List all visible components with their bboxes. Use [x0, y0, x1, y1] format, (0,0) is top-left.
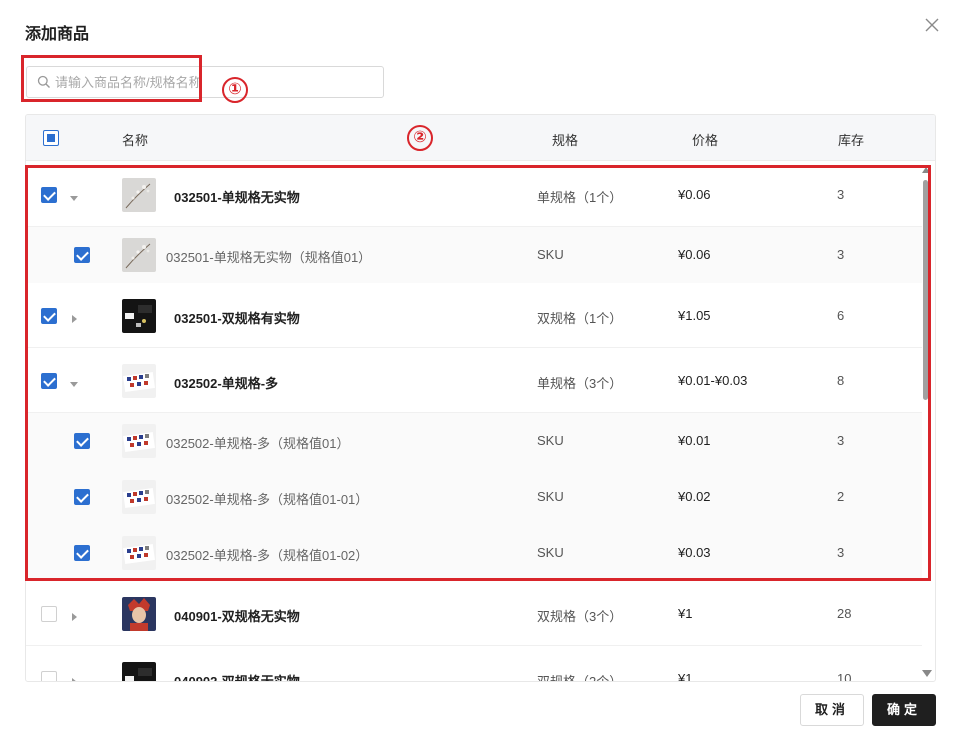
annotation-marker-1: ①	[222, 77, 248, 103]
row-checkbox[interactable]	[41, 308, 57, 324]
product-name: 040902-双规格无实物	[174, 674, 300, 682]
sku-row[interactable]: 032502-单规格-多（规格值01） SKU ¥0.01 3	[26, 413, 922, 469]
product-stock: 3	[837, 187, 845, 202]
sku-row[interactable]: 032501-单规格无实物（规格值01） SKU ¥0.06 3	[26, 227, 922, 283]
product-thumbnail	[122, 178, 156, 212]
expand-caret-icon[interactable]	[69, 311, 79, 323]
product-name: 032502-单规格-多	[174, 376, 279, 391]
product-name: 032501-双规格有实物	[174, 311, 300, 326]
product-stock: 8	[837, 373, 845, 388]
product-table: 名称 规格 价格 库存 032501-单规格无实物 单规格（1个） ¥0.06 3 03…	[25, 114, 936, 682]
product-thumbnail	[122, 536, 156, 570]
product-price: ¥1.05	[678, 308, 711, 323]
product-name: 040901-双规格无实物	[174, 609, 300, 624]
product-row[interactable]: 040901-双规格无实物 双规格（3个） ¥1 28	[26, 581, 922, 646]
row-checkbox[interactable]	[41, 671, 57, 681]
row-checkbox[interactable]	[74, 545, 90, 561]
product-name: 032502-单规格-多（规格值01-02）	[166, 548, 369, 563]
product-name: 032502-单规格-多（规格值01-01）	[166, 492, 369, 507]
scrollbar-thumb[interactable]	[923, 180, 928, 400]
product-price: ¥0.06	[678, 247, 711, 262]
product-price: ¥1	[678, 606, 693, 621]
product-spec: SKU	[537, 489, 564, 504]
product-price: ¥0.03	[678, 545, 711, 560]
scroll-down-arrow[interactable]	[922, 670, 932, 677]
annotation-marker-2: ②	[407, 125, 433, 151]
product-stock: 28	[837, 606, 852, 621]
row-checkbox[interactable]	[41, 606, 57, 622]
row-checkbox[interactable]	[74, 489, 90, 505]
table-header: 名称 规格 价格 库存	[26, 115, 935, 161]
product-price: ¥0.02	[678, 489, 711, 504]
product-spec: SKU	[537, 247, 564, 262]
product-thumbnail	[122, 238, 156, 272]
close-icon[interactable]	[922, 15, 942, 35]
confirm-button[interactable]: 确定	[872, 694, 936, 726]
annotation-box-search	[21, 55, 202, 102]
product-thumbnail	[122, 299, 156, 333]
column-header-price: 价格	[692, 133, 719, 148]
row-checkbox[interactable]	[41, 373, 57, 389]
product-row[interactable]: 040902-双规格无实物 双规格（2个） ¥1 10	[26, 646, 922, 682]
product-thumbnail	[122, 662, 156, 681]
collapse-caret-icon[interactable]	[69, 376, 79, 387]
product-stock: 10	[837, 671, 852, 682]
expand-caret-icon[interactable]	[69, 609, 79, 621]
product-spec: SKU	[537, 545, 564, 560]
collapse-caret-icon[interactable]	[69, 190, 79, 201]
product-spec: 单规格（3个）	[537, 376, 623, 391]
product-price: ¥0.01-¥0.03	[678, 373, 748, 388]
sku-row[interactable]: 032502-单规格-多（规格值01-01） SKU ¥0.02 2	[26, 469, 922, 525]
product-thumbnail	[122, 597, 156, 631]
product-name: 032501-单规格无实物	[174, 190, 300, 205]
row-checkbox[interactable]	[74, 433, 90, 449]
select-all-checkbox[interactable]	[43, 130, 59, 146]
column-header-spec: 规格	[552, 133, 579, 148]
column-header-name: 名称	[122, 133, 149, 148]
expand-caret-icon[interactable]	[69, 674, 79, 681]
product-name: 032502-单规格-多（规格值01）	[166, 436, 350, 451]
cancel-button[interactable]: 取消	[800, 694, 864, 726]
product-price: ¥0.06	[678, 187, 711, 202]
product-thumbnail	[122, 480, 156, 514]
row-checkbox[interactable]	[41, 187, 57, 203]
sku-row[interactable]: 032502-单规格-多（规格值01-02） SKU ¥0.03 3	[26, 525, 922, 581]
product-price: ¥0.01	[678, 433, 711, 448]
product-row[interactable]: 032501-单规格无实物 单规格（1个） ¥0.06 3	[26, 162, 922, 227]
column-header-stock: 库存	[838, 133, 865, 148]
product-stock: 2	[837, 489, 845, 504]
product-price: ¥1	[678, 671, 693, 682]
product-row[interactable]: 032501-双规格有实物 双规格（1个） ¥1.05 6	[26, 283, 922, 348]
product-thumbnail	[122, 364, 156, 398]
product-spec: 双规格（1个）	[537, 311, 623, 326]
row-checkbox[interactable]	[74, 247, 90, 263]
dialog-title: 添加商品	[25, 26, 90, 43]
product-stock: 6	[837, 308, 845, 323]
table-body: 032501-单规格无实物 单规格（1个） ¥0.06 3 032501-单规格无实物（…	[26, 162, 922, 682]
product-spec: 双规格（2个）	[537, 674, 623, 682]
product-stock: 3	[837, 247, 845, 262]
product-spec: 单规格（1个）	[537, 190, 623, 205]
product-stock: 3	[837, 433, 845, 448]
product-stock: 3	[837, 545, 845, 560]
product-thumbnail	[122, 424, 156, 458]
product-spec: SKU	[537, 433, 564, 448]
product-row[interactable]: 032502-单规格-多 单规格（3个） ¥0.01-¥0.03 8	[26, 348, 922, 413]
product-name: 032501-单规格无实物（规格值01）	[166, 250, 372, 265]
product-spec: 双规格（3个）	[537, 609, 623, 624]
